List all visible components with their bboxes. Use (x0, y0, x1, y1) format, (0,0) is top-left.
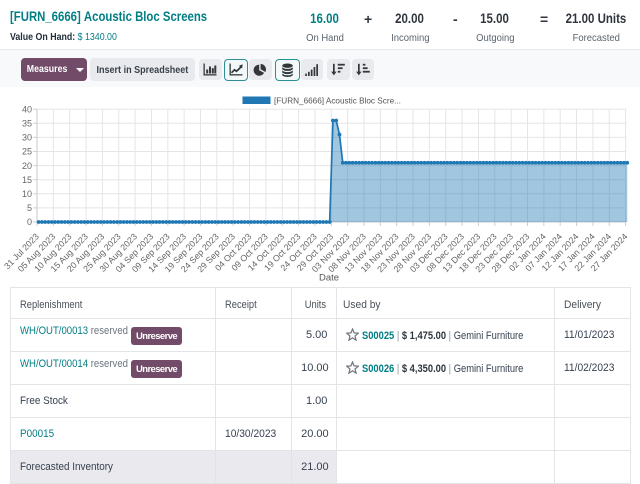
svg-text:25: 25 (22, 147, 32, 157)
svg-text:40: 40 (22, 104, 32, 114)
svg-text:5: 5 (27, 203, 32, 213)
svg-text:10: 10 (22, 189, 32, 199)
svg-text:[FURN_6666] Acoustic Bloc Scre: [FURN_6666] Acoustic Bloc Scre... (274, 97, 401, 106)
svg-text:30: 30 (22, 133, 32, 143)
svg-text:Date: Date (319, 273, 339, 284)
svg-text:35: 35 (22, 119, 32, 129)
svg-text:20: 20 (22, 161, 32, 171)
svg-text:15: 15 (22, 175, 32, 185)
svg-text:0: 0 (27, 217, 32, 227)
